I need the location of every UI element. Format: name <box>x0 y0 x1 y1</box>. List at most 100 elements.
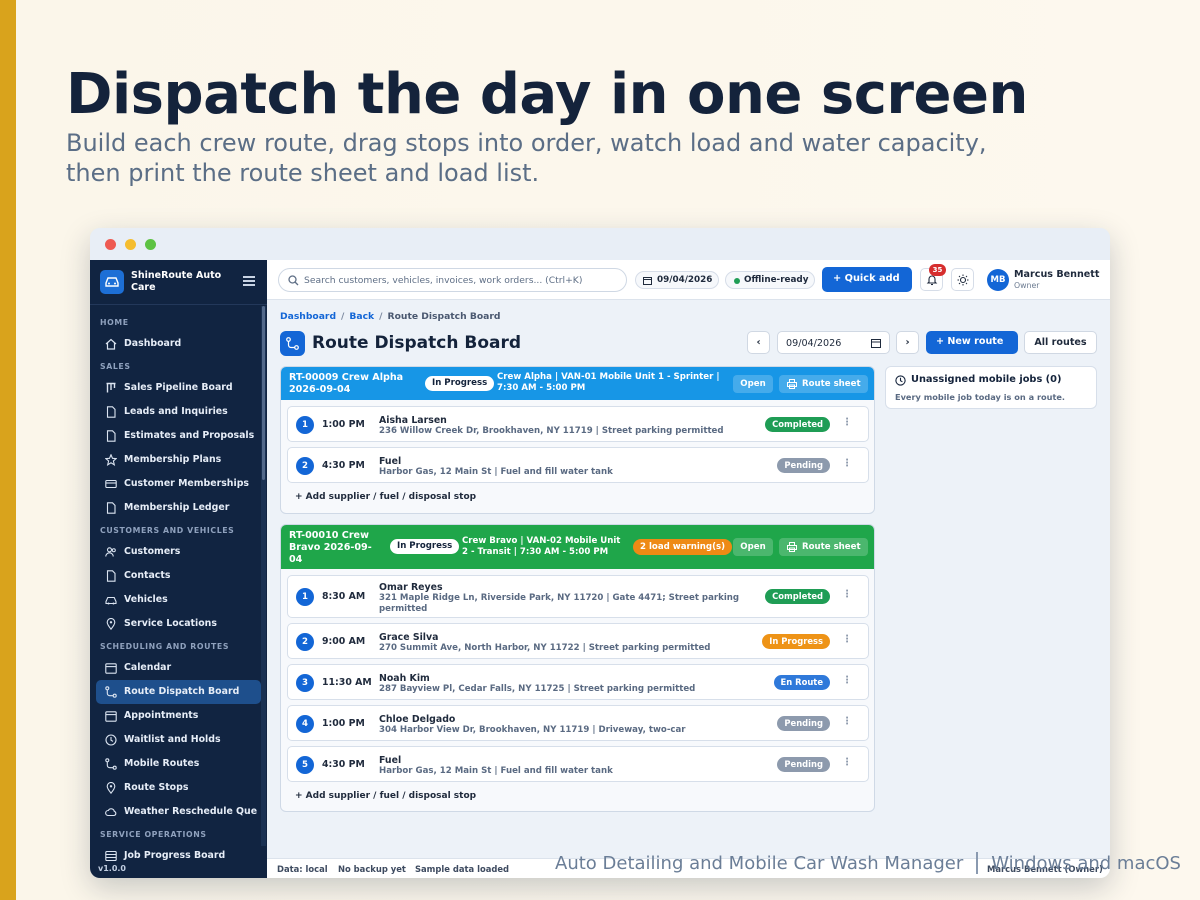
sidebar-item-calendar[interactable]: Calendar <box>96 656 261 680</box>
pin-icon <box>106 782 116 794</box>
quick-add-button[interactable]: + Quick add <box>822 267 912 292</box>
sidebar-item-vehicles[interactable]: Vehicles <box>96 588 261 612</box>
sidebar-section-heading: SCHEDULING AND ROUTES <box>100 642 230 651</box>
route-id[interactable]: RT-00009 Crew Alpha 2026-09-04 <box>289 372 409 396</box>
more-options-icon[interactable]: ⋮ <box>842 589 852 600</box>
sidebar-item-route-dispatch-board[interactable]: Route Dispatch Board <box>96 680 261 704</box>
more-options-icon[interactable]: ⋮ <box>842 417 852 428</box>
app-window: ShineRoute Auto Care HOME Dashboard SALES S… <box>90 228 1110 878</box>
route-id[interactable]: RT-00010 Crew Bravo 2026-09-04 <box>289 530 381 566</box>
sidebar-item-mobile-routes[interactable]: Mobile Routes <box>96 752 261 776</box>
date-picker-value: 09/04/2026 <box>786 338 842 349</box>
hero-title: Dispatch the day in one screen <box>66 62 1028 127</box>
user-name[interactable]: Marcus Bennett <box>1014 269 1099 280</box>
notification-count-badge: 35 <box>929 264 946 276</box>
sidebar-item-customer-memberships[interactable]: Customer Memberships <box>96 472 261 496</box>
platforms: Windows and macOS <box>991 853 1181 874</box>
user-avatar[interactable]: MB <box>987 269 1009 291</box>
search-input[interactable]: Search customers, vehicles, invoices, wo… <box>278 268 627 292</box>
stop-address: 236 Willow Creek Dr, Brookhaven, NY 1171… <box>379 426 724 436</box>
stop-number: 3 <box>296 674 314 692</box>
route-stop[interactable]: 2 4:30 PM Fuel Harbor Gas, 12 Main St | … <box>287 447 869 483</box>
hero-subtitle: Build each crew route, drag stops into o… <box>66 129 987 187</box>
stop-address: Harbor Gas, 12 Main St | Fuel and fill w… <box>379 467 613 477</box>
stop-customer-name: Omar Reyes <box>379 582 443 593</box>
stop-time: 1:00 PM <box>322 419 365 430</box>
accent-bar <box>0 0 16 900</box>
sidebar-item-estimates-and-proposals[interactable]: Estimates and Proposals <box>96 424 261 448</box>
load-warning-badge[interactable]: 2 load warning(s) <box>633 539 733 555</box>
sidebar-section-heading: SALES <box>100 362 131 371</box>
more-options-icon[interactable]: ⋮ <box>842 458 852 469</box>
sidebar-item-contacts[interactable]: Contacts <box>96 564 261 588</box>
minimize-window-button[interactable] <box>125 239 136 250</box>
breadcrumb-dashboard-link[interactable]: Dashboard <box>280 311 336 322</box>
sidebar-item-appointments[interactable]: Appointments <box>96 704 261 728</box>
more-options-icon[interactable]: ⋮ <box>842 634 852 645</box>
route-stop[interactable]: 1 1:00 PM Aisha Larsen 236 Willow Creek … <box>287 406 869 442</box>
sidebar-item-membership-plans[interactable]: Membership Plans <box>96 448 261 472</box>
breadcrumb-current: Route Dispatch Board <box>387 311 501 322</box>
stop-customer-name: Aisha Larsen <box>379 415 447 426</box>
open-route-button[interactable]: Open <box>733 375 773 393</box>
sidebar-item-label: Leads and Inquiries <box>124 406 228 417</box>
maximize-window-button[interactable] <box>145 239 156 250</box>
more-options-icon[interactable]: ⋮ <box>842 757 852 768</box>
brand-name: ShineRoute Auto Care <box>131 270 222 293</box>
stop-number: 1 <box>296 588 314 606</box>
route-sheet-button[interactable]: Route sheet <box>779 375 868 393</box>
all-routes-button[interactable]: All routes <box>1024 331 1097 354</box>
sidebar-item-service-locations[interactable]: Service Locations <box>96 612 261 636</box>
sidebar-section-heading: CUSTOMERS AND VEHICLES <box>100 526 235 535</box>
cloud-icon <box>105 808 117 817</box>
sidebar-item-membership-ledger[interactable]: Membership Ledger <box>96 496 261 520</box>
stop-time: 4:30 PM <box>322 460 365 471</box>
previous-day-button[interactable]: ‹ <box>747 331 770 354</box>
date-chip[interactable]: 09/04/2026 <box>635 271 719 289</box>
stop-status-badge: Completed <box>765 417 830 432</box>
stack-icon <box>105 850 117 862</box>
route-card-alpha: RT-00009 Crew Alpha 2026-09-04 In Progre… <box>280 366 875 514</box>
sidebar-item-label: Contacts <box>124 570 171 581</box>
route-header: RT-00010 Crew Bravo 2026-09-04 In Progre… <box>281 525 874 569</box>
sidebar-item-waitlist-and-holds[interactable]: Waitlist and Holds <box>96 728 261 752</box>
stop-address: Harbor Gas, 12 Main St | Fuel and fill w… <box>379 766 613 776</box>
close-window-button[interactable] <box>105 239 116 250</box>
add-supplier-stop-button[interactable]: + Add supplier / fuel / disposal stop <box>295 492 476 502</box>
divider <box>90 304 267 305</box>
stop-time: 11:30 AM <box>322 677 372 688</box>
sidebar-item-dashboard[interactable]: Dashboard <box>96 332 261 356</box>
route-stop[interactable]: 3 11:30 AM Noah Kim 287 Bayview Pl, Ceda… <box>287 664 869 700</box>
sidebar-item-customers[interactable]: Customers <box>96 540 261 564</box>
route-sheet-button[interactable]: Route sheet <box>779 538 868 556</box>
menu-toggle-icon[interactable] <box>243 276 255 288</box>
home-icon <box>105 338 117 350</box>
date-picker-input[interactable]: 09/04/2026 <box>777 331 890 354</box>
sidebar-scrollbar-thumb[interactable] <box>262 306 265 480</box>
route-stop[interactable]: 5 4:30 PM Fuel Harbor Gas, 12 Main St | … <box>287 746 869 782</box>
next-day-button[interactable]: › <box>896 331 919 354</box>
sidebar-item-label: Calendar <box>124 662 172 673</box>
route-icon <box>105 686 117 698</box>
sidebar-item-leads-and-inquiries[interactable]: Leads and Inquiries <box>96 400 261 424</box>
new-route-button[interactable]: + New route <box>926 331 1018 354</box>
page-title: Route Dispatch Board <box>312 333 522 353</box>
stop-status-badge: Completed <box>765 589 830 604</box>
theme-toggle-button[interactable] <box>951 268 974 291</box>
route-stop[interactable]: 2 9:00 AM Grace Silva 270 Summit Ave, No… <box>287 623 869 659</box>
sidebar-item-route-stops[interactable]: Route Stops <box>96 776 261 800</box>
calendar-icon <box>871 339 881 348</box>
breadcrumb-back-link[interactable]: Back <box>349 311 374 322</box>
date-chip-label: 09/04/2026 <box>657 275 713 285</box>
route-stop[interactable]: 4 1:00 PM Chloe Delgado 304 Harbor View … <box>287 705 869 741</box>
more-options-icon[interactable]: ⋮ <box>842 675 852 686</box>
sidebar-item-weather-reschedule-que[interactable]: Weather Reschedule Que <box>96 800 261 824</box>
unassigned-title: Unassigned mobile jobs (0) <box>911 374 1062 385</box>
route-card-bravo: RT-00010 Crew Bravo 2026-09-04 In Progre… <box>280 524 875 812</box>
sidebar-item-sales-pipeline-board[interactable]: Sales Pipeline Board <box>96 376 261 400</box>
route-stop[interactable]: 1 8:30 AM Omar Reyes 321 Maple Ridge Ln,… <box>287 575 869 618</box>
brand: ShineRoute Auto Care <box>100 270 257 296</box>
more-options-icon[interactable]: ⋮ <box>842 716 852 727</box>
add-supplier-stop-button[interactable]: + Add supplier / fuel / disposal stop <box>295 791 476 801</box>
open-route-button[interactable]: Open <box>733 538 773 556</box>
